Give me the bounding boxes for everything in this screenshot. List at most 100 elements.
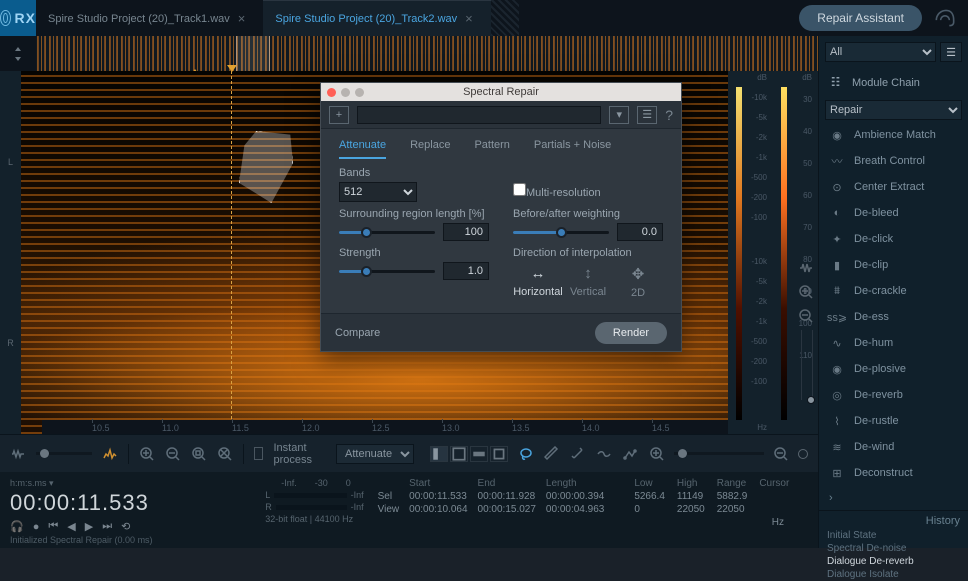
vertical-zoom-thumb[interactable] — [807, 396, 815, 404]
view-region[interactable] — [236, 36, 270, 71]
loop-icon[interactable]: ⟲ — [121, 520, 130, 533]
min-dot[interactable] — [341, 88, 350, 97]
zoom-out-icon[interactable] — [165, 445, 181, 463]
skip-back-icon[interactable]: ⏮ — [48, 520, 58, 533]
surround-slider[interactable] — [339, 231, 435, 234]
sel-timefreq[interactable] — [450, 446, 468, 462]
preset-list-icon[interactable]: ☰ — [637, 106, 657, 124]
zoom-in-icon[interactable] — [798, 284, 814, 300]
horizontal-zoom-slider[interactable] — [36, 452, 92, 455]
zoom-out-icon[interactable] — [798, 308, 814, 324]
zoom-reset-icon[interactable] — [798, 449, 808, 459]
zoom-in-icon[interactable] — [139, 445, 155, 463]
dialog-titlebar[interactable]: Spectral Repair — [321, 83, 681, 101]
listen-icon[interactable] — [932, 5, 958, 31]
history-item[interactable]: Spectral De-noise — [819, 542, 968, 555]
close-icon[interactable]: × — [238, 11, 246, 26]
brush-tool-icon[interactable] — [544, 445, 560, 463]
tab-file-1[interactable]: Spire Studio Project (20)_Track1.wav × — [36, 0, 263, 36]
module-de-ess[interactable]: ss⩾De-ess — [819, 304, 968, 330]
vertical-zoom-slider[interactable] — [801, 330, 813, 400]
module-de-rustle[interactable]: ⌇De-rustle — [819, 408, 968, 434]
record-icon[interactable]: ● — [33, 521, 40, 533]
module-breath-control[interactable]: 〰Breath Control — [819, 148, 968, 174]
skip-fwd-icon[interactable]: ⏭ — [102, 520, 112, 533]
playhead[interactable] — [231, 71, 232, 434]
zoom-in-icon[interactable] — [648, 445, 666, 463]
more-modules-icon[interactable]: › — [819, 486, 968, 510]
history-item[interactable]: Dialogue Isolate — [819, 568, 968, 581]
tab-attenuate[interactable]: Attenuate — [339, 139, 386, 159]
module-ambience-match[interactable]: ◉Ambience Match — [819, 122, 968, 148]
dir-2d[interactable]: ✥2D — [613, 265, 663, 299]
module-center-extract[interactable]: ⊙Center Extract — [819, 174, 968, 200]
multires-checkbox[interactable]: Multi-resolution — [513, 183, 663, 199]
strength-value[interactable]: 1.0 — [443, 262, 489, 280]
spectrogram-tool-icon[interactable] — [102, 445, 118, 463]
spectral-selection[interactable] — [239, 131, 293, 203]
module-de-reverb[interactable]: ◎De-reverb — [819, 382, 968, 408]
module-de-wind[interactable]: ≋De-wind — [819, 434, 968, 460]
process-select[interactable]: Attenuate — [336, 444, 414, 464]
compare-button[interactable]: Compare — [335, 327, 380, 339]
module-de-bleed[interactable]: ◐De-bleed — [819, 200, 968, 226]
max-dot[interactable] — [355, 88, 364, 97]
module-filter-select[interactable]: All — [825, 42, 936, 62]
module-icon: ✦ — [829, 231, 845, 247]
module-menu-icon[interactable]: ☰ — [940, 42, 962, 62]
zoom-selection-icon[interactable] — [191, 445, 207, 463]
tab-file-2[interactable]: Spire Studio Project (20)_Track2.wav × — [263, 0, 490, 36]
amplitude-zoom-slider[interactable] — [674, 452, 764, 455]
window-controls[interactable] — [327, 88, 364, 97]
grab-tool-icon[interactable] — [596, 445, 612, 463]
headphones-icon[interactable]: 🎧 — [10, 520, 24, 533]
module-de-clip[interactable]: ▮De-clip — [819, 252, 968, 278]
module-de-hum[interactable]: ∿De-hum — [819, 330, 968, 356]
tab-partials[interactable]: Partials + Noise — [534, 139, 611, 159]
sel-freq[interactable] — [470, 446, 488, 462]
vertical-expand-icon[interactable] — [0, 36, 36, 71]
sel-rect[interactable] — [490, 446, 508, 462]
surround-value[interactable]: 100 — [443, 223, 489, 241]
waveform-tool-icon[interactable] — [10, 445, 26, 463]
instant-process-checkbox[interactable] — [254, 447, 264, 460]
sel-time[interactable] — [430, 446, 448, 462]
line-tool-icon[interactable] — [622, 445, 638, 463]
module-chain-row[interactable]: Module Chain — [819, 68, 968, 98]
render-button[interactable]: Render — [595, 322, 667, 344]
bands-label: Bands — [339, 167, 489, 179]
beforeafter-slider[interactable] — [513, 231, 609, 234]
zoom-out-icon[interactable] — [772, 445, 790, 463]
tab-pattern[interactable]: Pattern — [474, 139, 509, 159]
module-de-crackle[interactable]: ⩩De-crackle — [819, 278, 968, 304]
play-icon[interactable]: ▶ — [85, 520, 93, 533]
bands-select[interactable]: 512 — [339, 182, 417, 202]
module-icon: ◉ — [829, 127, 845, 143]
module-de-click[interactable]: ✦De-click — [819, 226, 968, 252]
time-ruler[interactable]: 10.5 11.0 11.5 12.0 12.5 13.0 13.5 14.0 … — [42, 420, 818, 434]
module-deconstruct[interactable]: ⊞Deconstruct — [819, 460, 968, 486]
time-format-label[interactable]: h:m:s.ms ▾ — [10, 478, 251, 489]
close-icon[interactable]: × — [465, 11, 473, 26]
module-category-select[interactable]: Repair — [825, 100, 962, 120]
waveform-view-icon[interactable] — [798, 260, 814, 276]
history-item[interactable]: Dialogue De-reverb — [819, 555, 968, 568]
rewind-icon[interactable]: ◀ — [67, 520, 75, 533]
strength-slider[interactable] — [339, 270, 435, 273]
lasso-tool-icon[interactable] — [518, 445, 534, 463]
transport-controls: 🎧 ● ⏮ ◀ ▶ ⏭ ⟲ — [10, 520, 251, 533]
history-item[interactable]: Initial State — [819, 529, 968, 542]
module-de-plosive[interactable]: ◉De-plosive — [819, 356, 968, 382]
dir-horizontal[interactable]: ↔Horizontal — [513, 265, 563, 299]
close-dot[interactable] — [327, 88, 336, 97]
chevron-down-icon[interactable]: ▾ — [609, 106, 629, 124]
dir-vertical[interactable]: ↕Vertical — [563, 265, 613, 299]
tab-replace[interactable]: Replace — [410, 139, 450, 159]
repair-assistant-button[interactable]: Repair Assistant — [799, 5, 922, 31]
zoom-fit-icon[interactable] — [217, 445, 233, 463]
add-preset-icon[interactable]: + — [329, 106, 349, 124]
help-icon[interactable]: ? — [665, 107, 673, 123]
preset-select[interactable] — [357, 106, 601, 124]
wand-tool-icon[interactable] — [570, 445, 586, 463]
beforeafter-value[interactable]: 0.0 — [617, 223, 663, 241]
